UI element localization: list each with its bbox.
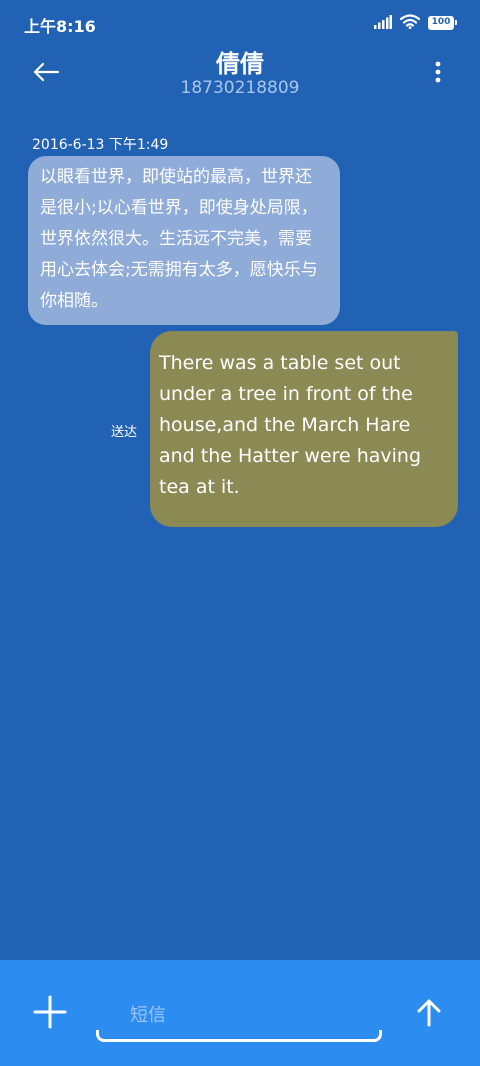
- signal-icon: [374, 14, 392, 33]
- contact-name: 倩倩: [216, 50, 264, 78]
- conversation-header: 倩倩 18730218809: [0, 42, 480, 104]
- contact-number: 18730218809: [180, 78, 300, 98]
- plus-icon: [33, 995, 67, 1029]
- send-button[interactable]: [414, 996, 444, 1030]
- send-arrow-up-icon: [417, 999, 441, 1027]
- status-icons: 100: [374, 13, 457, 33]
- message-composer: [0, 960, 480, 1066]
- status-time: 上午8:16: [24, 17, 96, 36]
- message-input-underline: [96, 1030, 382, 1042]
- sent-message-bubble[interactable]: There was a table set out under a tree i…: [150, 331, 458, 527]
- add-attachment-button[interactable]: [32, 994, 68, 1030]
- message-timestamp: 2016-6-13 下午1:49: [32, 137, 169, 153]
- more-options-button[interactable]: [426, 56, 450, 88]
- battery-icon: 100: [428, 16, 457, 30]
- sent-status-label: 送达: [111, 425, 138, 440]
- received-message-bubble[interactable]: 以眼看世界，即使站的最高，世界还是很小;以心看世界，即使身处局限，世界依然很大。…: [28, 156, 340, 325]
- wifi-icon: [399, 13, 421, 33]
- more-vertical-icon: [435, 61, 441, 83]
- status-bar: 上午8:16 100: [0, 0, 480, 46]
- messaging-screen: 上午8:16 100 倩倩 18730218809 2016-6-13 下午1:…: [0, 0, 480, 1066]
